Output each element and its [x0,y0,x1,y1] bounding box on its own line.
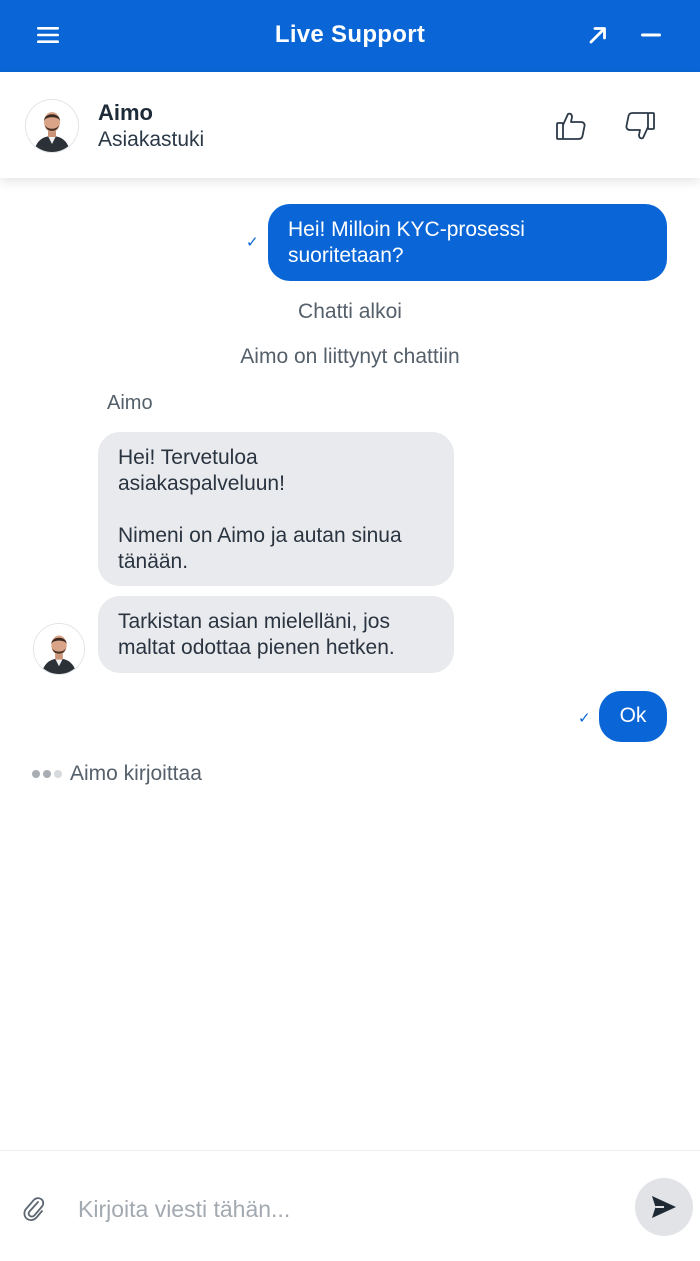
agent-avatar [25,99,79,153]
agent-name: Aimo [98,100,153,125]
typing-indicator-text: Aimo kirjoittaa [70,762,202,785]
message-input[interactable] [78,1189,598,1229]
minus-icon [641,33,661,37]
send-icon [652,1196,676,1218]
typing-indicator: Aimo kirjoittaa [32,762,202,786]
thumbs-up-icon [556,112,586,140]
rate-negative-button[interactable] [617,106,663,146]
agent-role: Asiakastuki [98,128,205,151]
message-composer [0,1150,700,1261]
message-text-line: suoritetaan? [288,244,404,267]
typing-dots-icon [32,770,62,778]
delivered-checkmark: ✓ [578,710,591,727]
message-text-line: asiakaspalveluun! [118,472,285,495]
sender-label: Aimo [107,392,153,414]
thumbs-down-icon [625,112,655,140]
agent-header: Aimo Asiakastuki [0,72,700,178]
message-text-line: Hei! Tervetuloa [118,446,258,469]
expand-window-button[interactable] [574,17,622,53]
message-text-line: Tarkistan asian mielelläni, jos [118,610,390,633]
top-bar: Live Support [0,0,700,72]
message-text: Ok [619,704,647,727]
user-message-bubble: Hei! Milloin KYC-prosessi suoritetaan? [268,204,667,281]
user-message-bubble: Ok [599,691,667,742]
paperclip-icon [23,1197,45,1221]
delivered-checkmark: ✓ [246,234,259,251]
message-text-line: Nimeni on Aimo ja autan sinua [118,524,402,547]
message-text-line: Hei! Milloin KYC-prosessi [288,218,525,241]
agent-message-bubble: Tarkistan asian mielelläni, jos maltat o… [98,596,454,673]
agent-message-bubble: Hei! Tervetuloa asiakaspalveluun! Nimeni… [98,432,454,586]
agent-message-avatar [33,623,85,675]
rate-positive-button[interactable] [548,106,594,146]
arrow-up-right-icon [589,27,606,44]
system-message: Aimo on liittynyt chattiin [240,345,460,368]
message-text-line: maltat odottaa pienen hetken. [118,636,395,659]
system-message: Chatti alkoi [298,300,402,323]
message-text-line: tänään. [118,550,189,573]
send-message-button[interactable] [635,1178,693,1236]
minimize-window-button[interactable] [627,17,675,53]
attach-file-button[interactable] [14,1187,54,1231]
